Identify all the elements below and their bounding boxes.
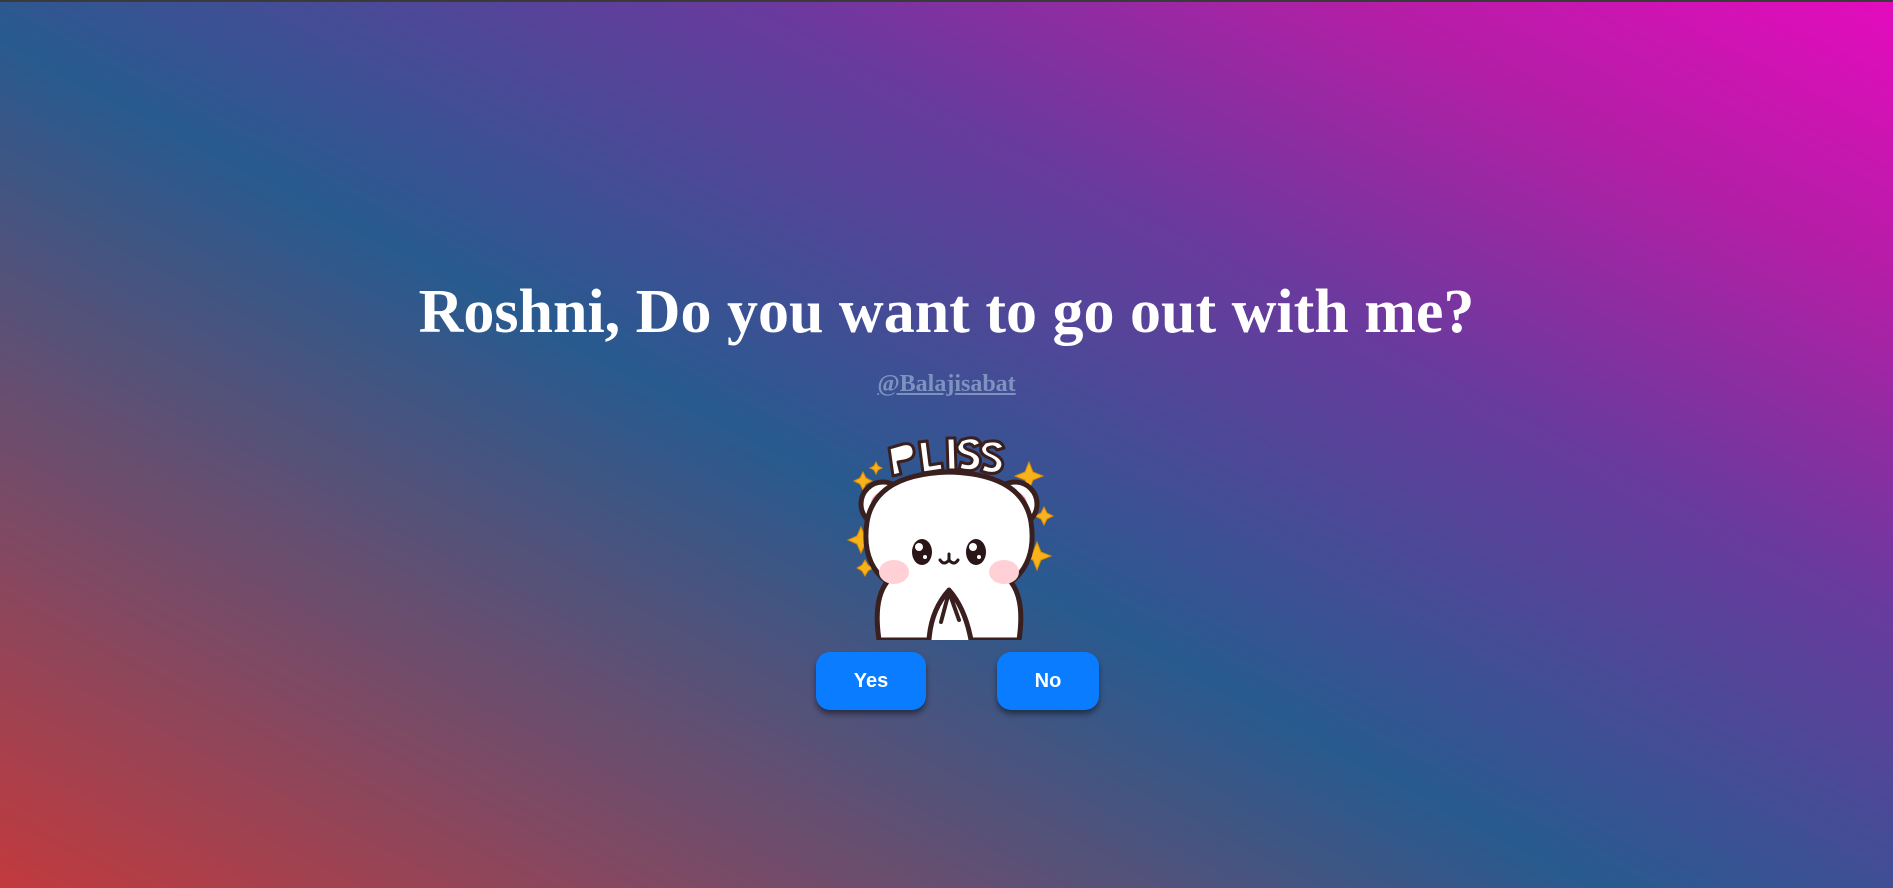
no-button[interactable]: No: [997, 652, 1099, 710]
page-title: Roshni, Do you want to go out with me?: [418, 278, 1475, 346]
top-border: [0, 0, 1893, 2]
author-handle-container: @Balajisabat: [0, 369, 1893, 399]
sparkle-icon: [868, 460, 884, 476]
author-handle-link[interactable]: @Balajisabat: [877, 371, 1015, 397]
yes-button[interactable]: Yes: [816, 652, 926, 710]
sticker-graphic: [846, 436, 1055, 643]
bear-pleading-sticker-icon: [843, 432, 1069, 643]
